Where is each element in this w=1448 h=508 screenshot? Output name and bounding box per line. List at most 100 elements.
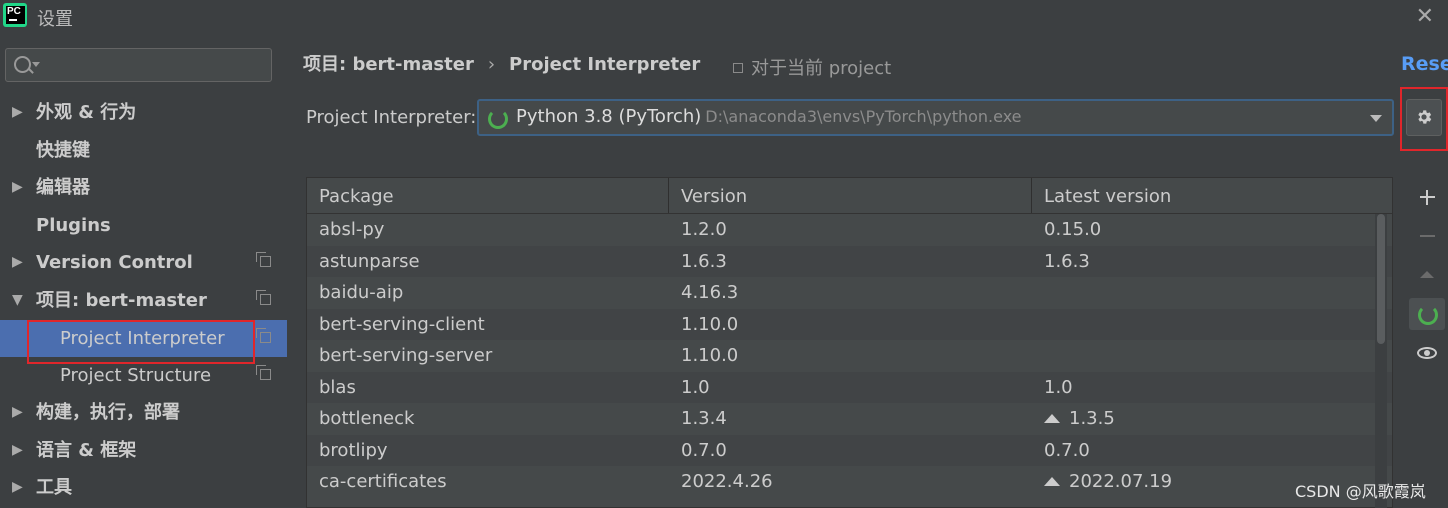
column-header-version[interactable]: Version bbox=[669, 178, 1032, 213]
expand-arrow-icon[interactable]: ▶ bbox=[12, 469, 23, 506]
sidebar-item-label: Plugins bbox=[36, 215, 111, 236]
interpreter-selected-value: Python 3.8 (PyTorch) D:\anaconda3\envs\Py… bbox=[516, 106, 1022, 127]
search-input[interactable] bbox=[46, 53, 270, 79]
table-scrollbar[interactable] bbox=[1375, 214, 1387, 508]
sidebar-item-keymap[interactable]: 快捷键 bbox=[0, 132, 287, 169]
breadcrumb-parent: 项目: bert-master bbox=[303, 54, 474, 75]
cell-package: blas bbox=[313, 372, 356, 404]
project-scope-icon bbox=[256, 328, 271, 343]
project-scope-icon bbox=[733, 63, 743, 73]
cell-version: 1.0 bbox=[675, 372, 710, 404]
collapse-arrow-icon[interactable]: ▼ bbox=[12, 282, 23, 319]
sidebar-item-label: 编辑器 bbox=[36, 177, 90, 198]
sidebar-item-label: 工具 bbox=[36, 477, 72, 498]
watermark: CSDN @风歌霞岚 bbox=[1295, 482, 1426, 501]
cell-package-text: bert-serving-server bbox=[319, 345, 493, 366]
cell-package: brotlipy bbox=[313, 435, 388, 467]
cell-latest-version bbox=[1038, 277, 1044, 309]
sidebar-item-build-execution-deployment[interactable]: ▶ 构建，执行，部署 bbox=[0, 394, 287, 431]
sidebar-item-label: 构建，执行，部署 bbox=[36, 402, 180, 423]
table-row[interactable]: bert-serving-client 1.10.0 bbox=[307, 308, 1392, 341]
close-icon[interactable]: ✕ bbox=[1416, 4, 1434, 29]
add-package-plus-icon[interactable] bbox=[1409, 181, 1445, 213]
remove-package-minus-icon[interactable] bbox=[1409, 220, 1445, 252]
cell-version-text: 1.0 bbox=[681, 376, 710, 398]
table-row[interactable]: absl-py 1.2.0 0.15.0 bbox=[307, 214, 1392, 246]
cell-latest-version-text: 2022.07.19 bbox=[1069, 471, 1173, 492]
search-icon bbox=[14, 56, 31, 73]
cell-latest-version: 1.3.5 bbox=[1038, 403, 1115, 435]
upgrade-package-triangle-icon[interactable] bbox=[1409, 259, 1445, 291]
cell-version-text: 1.6.3 bbox=[681, 250, 727, 272]
column-header-package[interactable]: Package bbox=[307, 178, 669, 213]
interpreter-label: Project Interpreter: bbox=[306, 107, 477, 128]
sidebar-item-version-control[interactable]: ▶ Version Control bbox=[0, 244, 287, 281]
packages-table: Package Version Latest version absl-py 1.… bbox=[306, 177, 1393, 508]
expand-arrow-icon[interactable]: ▶ bbox=[12, 394, 23, 431]
cell-latest-version-text: 1.3.5 bbox=[1069, 408, 1115, 429]
expand-arrow-icon[interactable]: ▶ bbox=[12, 432, 23, 469]
cell-package: ca-certificates bbox=[313, 466, 447, 498]
cell-version: 1.3.4 bbox=[675, 403, 727, 435]
cell-latest-version: 0.7.0 bbox=[1038, 435, 1090, 467]
cell-package: astunparse bbox=[313, 246, 420, 278]
cell-version-text: 1.10.0 bbox=[681, 345, 739, 366]
cell-latest-version: 1.0 bbox=[1038, 372, 1073, 404]
settings-search[interactable] bbox=[5, 48, 272, 82]
project-scope-icon bbox=[256, 365, 271, 380]
cell-latest-version-text: 0.15.0 bbox=[1044, 219, 1102, 240]
table-row[interactable]: astunparse 1.6.3 1.6.3 bbox=[307, 245, 1392, 278]
cell-package-text: bert-serving-client bbox=[319, 313, 485, 335]
close-button[interactable]: ✕ bbox=[1416, 4, 1434, 29]
cell-package: bottleneck bbox=[313, 403, 414, 435]
cell-version: 1.10.0 bbox=[675, 309, 738, 341]
cell-package-text: baidu-aip bbox=[319, 282, 404, 303]
interpreter-dropdown[interactable]: Python 3.8 (PyTorch) D:\anaconda3\envs\Py… bbox=[477, 99, 1394, 136]
highlight-box-interpreter-item bbox=[27, 320, 255, 364]
table-row[interactable]: bert-serving-server 1.10.0 bbox=[307, 340, 1392, 372]
cell-version-text: 1.3.4 bbox=[681, 408, 727, 429]
table-row[interactable]: baidu-aip 4.16.3 bbox=[307, 277, 1392, 309]
expand-arrow-icon[interactable]: ▶ bbox=[12, 94, 23, 131]
sidebar-item-languages-frameworks[interactable]: ▶ 语言 & 框架 bbox=[0, 432, 287, 469]
sidebar-item-project[interactable]: ▼ 项目: bert-master bbox=[0, 282, 287, 319]
pycharm-logo-icon: PC bbox=[3, 3, 27, 27]
table-row[interactable]: brotlipy 0.7.0 0.7.0 bbox=[307, 434, 1392, 467]
chevron-down-icon[interactable] bbox=[1370, 115, 1382, 122]
show-early-releases-eye-icon[interactable] bbox=[1409, 337, 1445, 369]
cell-version-text: 1.10.0 bbox=[681, 313, 739, 335]
cell-latest-version-text: 1.6.3 bbox=[1044, 250, 1090, 272]
sidebar-item-label: 外观 & 行为 bbox=[36, 102, 137, 123]
table-row[interactable]: blas 1.0 1.0 bbox=[307, 371, 1392, 404]
package-toolbar bbox=[1409, 177, 1445, 508]
expand-arrow-icon[interactable]: ▶ bbox=[12, 244, 23, 281]
cell-package-text: ca-certificates bbox=[319, 471, 447, 492]
cell-version: 4.16.3 bbox=[675, 277, 738, 309]
breadcrumb: 项目: bert-master › Project Interpreter bbox=[303, 50, 700, 76]
cell-package: baidu-aip bbox=[313, 277, 403, 309]
sidebar-item-tools[interactable]: ▶ 工具 bbox=[0, 469, 287, 506]
sidebar-item-appearance[interactable]: ▶ 外观 & 行为 bbox=[0, 94, 287, 131]
upgrade-available-icon bbox=[1044, 414, 1060, 423]
cell-version: 1.6.3 bbox=[675, 246, 727, 278]
table-row[interactable]: ca-certificates 2022.4.26 2022.07.19 bbox=[307, 466, 1392, 498]
breadcrumb-current: Project Interpreter bbox=[509, 54, 701, 75]
logo-text: PC bbox=[7, 6, 21, 17]
sidebar-item-editor[interactable]: ▶ 编辑器 bbox=[0, 169, 287, 206]
highlight-box-gear-button bbox=[1400, 87, 1448, 151]
table-header: Package Version Latest version bbox=[307, 178, 1392, 214]
scrollbar-thumb[interactable] bbox=[1377, 214, 1385, 344]
search-options-caret-icon[interactable] bbox=[32, 62, 40, 67]
refresh-spinner-button[interactable] bbox=[1409, 298, 1445, 330]
breadcrumb-separator: › bbox=[487, 54, 496, 75]
column-header-latest-version[interactable]: Latest version bbox=[1032, 178, 1392, 213]
cell-package-text: brotlipy bbox=[319, 439, 388, 461]
upgrade-available-icon bbox=[1044, 477, 1060, 486]
expand-arrow-icon[interactable]: ▶ bbox=[12, 169, 23, 206]
sidebar-item-plugins[interactable]: Plugins bbox=[0, 207, 287, 244]
cell-version: 2022.4.26 bbox=[675, 466, 773, 498]
cell-package-text: absl-py bbox=[319, 219, 385, 240]
table-row[interactable]: bottleneck 1.3.4 1.3.5 bbox=[307, 403, 1392, 435]
cell-version-text: 0.7.0 bbox=[681, 439, 727, 461]
reset-link[interactable]: Reset bbox=[1401, 53, 1448, 75]
